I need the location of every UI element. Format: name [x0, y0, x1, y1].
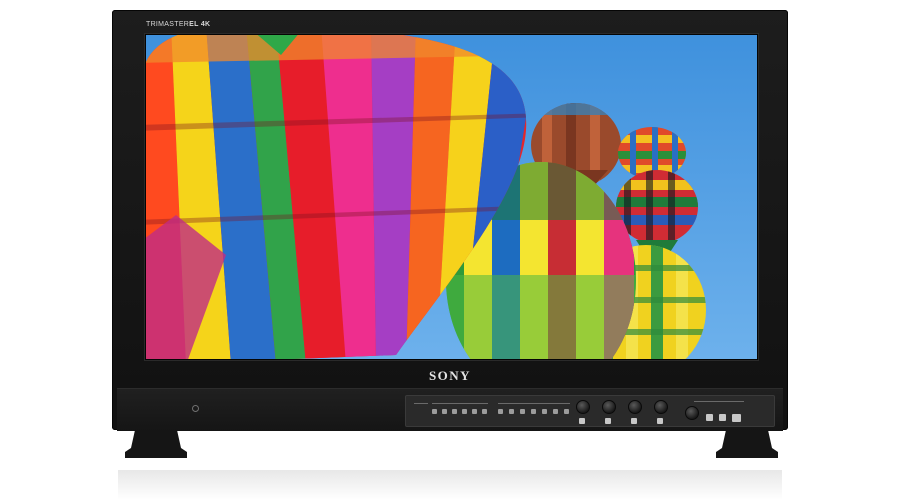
adjust-knob[interactable]: [576, 400, 590, 414]
monitor-body: TRIMASTEREL 4K SONY: [112, 10, 788, 431]
stand-foot-right: [716, 430, 778, 458]
model-suffix: EL 4K: [189, 21, 211, 28]
model-prefix: TRIMASTER: [146, 21, 190, 28]
panel-button[interactable]: [531, 409, 536, 414]
panel-button[interactable]: [520, 409, 525, 414]
panel-button[interactable]: [472, 409, 477, 414]
stand-foot-left: [125, 430, 187, 458]
panel-button[interactable]: [482, 409, 487, 414]
knob-button[interactable]: [657, 418, 663, 424]
menu-button[interactable]: [719, 414, 726, 421]
panel-button[interactable]: [432, 409, 437, 414]
adjust-knob[interactable]: [628, 400, 642, 414]
adjust-knob[interactable]: [654, 400, 668, 414]
knob-button[interactable]: [631, 418, 637, 424]
panel-button[interactable]: [553, 409, 558, 414]
knob-button[interactable]: [579, 418, 585, 424]
menu-button[interactable]: [706, 414, 713, 421]
product-photo: TRIMASTEREL 4K SONY: [0, 0, 900, 500]
model-label: TRIMASTEREL 4K: [146, 21, 210, 28]
panel-button[interactable]: [509, 409, 514, 414]
control-panel: [405, 395, 775, 427]
adjust-knob[interactable]: [602, 400, 616, 414]
brand-logo: SONY: [428, 368, 472, 383]
label-tick: [414, 403, 428, 404]
label-tick: [432, 403, 488, 404]
enter-button[interactable]: [732, 414, 741, 422]
panel-button[interactable]: [462, 409, 467, 414]
knob-button[interactable]: [605, 418, 611, 424]
panel-button[interactable]: [564, 409, 569, 414]
panel-button[interactable]: [442, 409, 447, 414]
panel-button[interactable]: [452, 409, 457, 414]
label-tick: [714, 401, 744, 402]
display-screen: [146, 35, 757, 359]
screen-frame: [145, 34, 758, 360]
label-tick: [498, 403, 570, 404]
control-bar: [117, 388, 783, 431]
panel-button[interactable]: [542, 409, 547, 414]
panel-button[interactable]: [498, 409, 503, 414]
floor-reflection: [118, 470, 782, 500]
power-led-icon: [192, 405, 199, 412]
balloon-image: [146, 35, 757, 359]
menu-knob[interactable]: [685, 406, 699, 420]
